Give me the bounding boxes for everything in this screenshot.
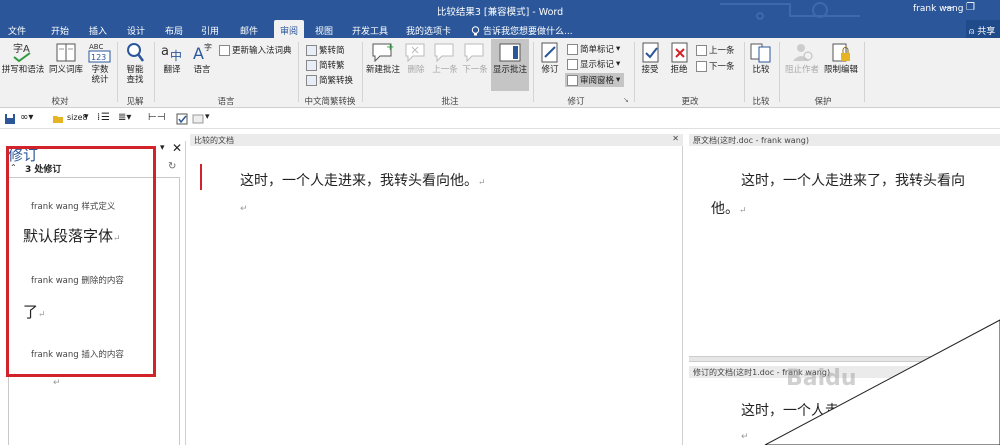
watermark-text: Baidu xyxy=(786,366,857,391)
